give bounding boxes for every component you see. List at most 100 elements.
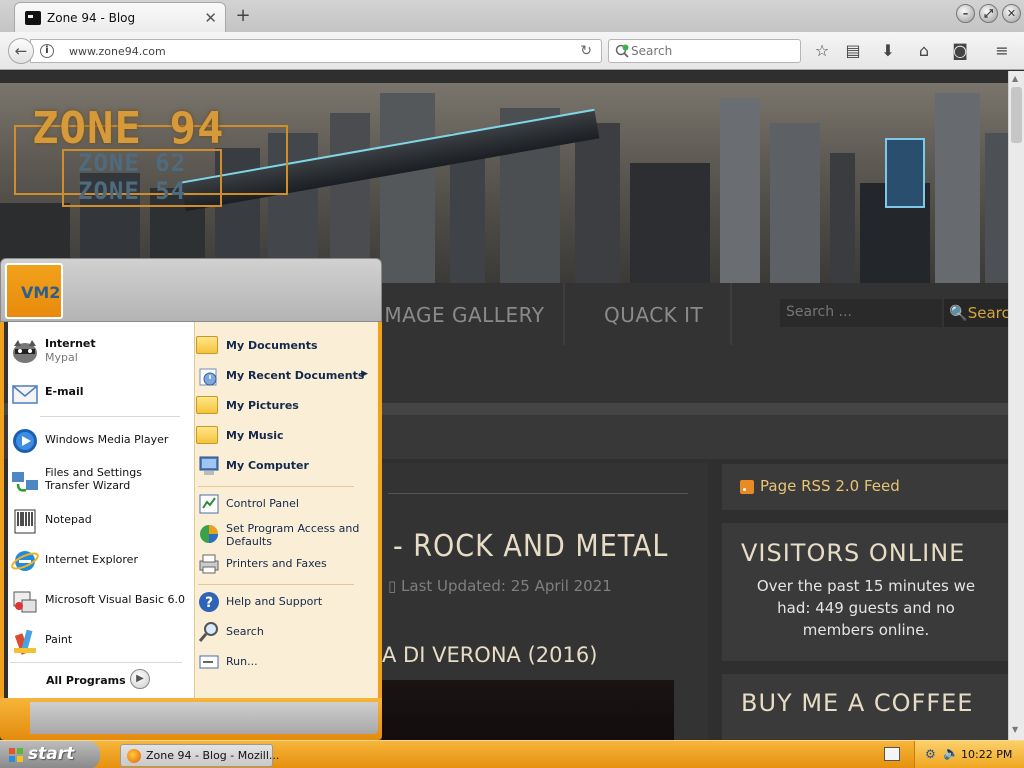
program-internet-explorer[interactable]: Internet Explorer bbox=[6, 542, 186, 578]
program-label: E-mail bbox=[45, 385, 84, 398]
nav-divider bbox=[563, 283, 565, 345]
place-my-documents[interactable]: My Documents bbox=[194, 332, 370, 360]
place-my-recent-documents[interactable]: My Recent Documents ▶ bbox=[194, 362, 370, 390]
place-run[interactable]: Run... bbox=[194, 648, 370, 676]
visitors-title: VISITORS ONLINE bbox=[741, 539, 966, 567]
program-media-player[interactable]: Windows Media Player bbox=[6, 422, 186, 458]
place-help-support[interactable]: ? Help and Support bbox=[194, 588, 370, 616]
site-info-icon[interactable]: i bbox=[40, 44, 54, 58]
article-title[interactable]: - ROCK AND METAL bbox=[393, 529, 668, 564]
place-control-panel[interactable]: Control Panel bbox=[194, 490, 370, 518]
site-favicon-icon bbox=[25, 11, 41, 25]
site-search-button[interactable]: 🔍Search bbox=[944, 299, 1008, 327]
site-logo-sub2: ZONE 54 bbox=[78, 177, 187, 205]
bookmark-star-icon[interactable]: ☆ bbox=[811, 40, 833, 62]
program-transfer-wizard[interactable]: Files and Settings Transfer Wizard bbox=[6, 462, 186, 498]
program-notepad[interactable]: Notepad bbox=[6, 502, 186, 538]
page-scrollbar[interactable]: ▲ ▼ bbox=[1008, 71, 1024, 740]
nav-divider bbox=[730, 283, 732, 345]
all-programs-arrow-icon[interactable]: ▶ bbox=[130, 669, 150, 689]
pocket-icon[interactable]: ◙ bbox=[949, 40, 971, 62]
close-window-icon[interactable]: ✕ bbox=[1002, 4, 1021, 23]
tab-zone94[interactable]: Zone 94 - Blog ✕ bbox=[14, 2, 226, 32]
nav-quack-it[interactable]: QUACK IT bbox=[604, 303, 703, 327]
site-logo-sub1: ZONE 62 bbox=[78, 149, 187, 177]
menu-divider bbox=[40, 416, 180, 417]
program-label: Paint bbox=[45, 633, 73, 646]
home-icon[interactable]: ⌂ bbox=[913, 40, 935, 62]
site-search-box[interactable] bbox=[780, 299, 942, 327]
program-paint[interactable]: Paint bbox=[6, 622, 186, 658]
url-bar[interactable]: i www.zone94.com ↻ bbox=[30, 39, 602, 63]
place-my-music[interactable]: My Music bbox=[194, 422, 370, 450]
search-engine-icon bbox=[615, 44, 629, 58]
transfer-wizard-icon bbox=[12, 472, 38, 492]
place-search[interactable]: Search bbox=[194, 618, 370, 646]
program-visual-basic[interactable]: Microsoft Visual Basic 6.0 bbox=[6, 582, 186, 618]
reload-icon[interactable]: ↻ bbox=[580, 43, 592, 59]
submenu-arrow-icon: ▶ bbox=[361, 369, 368, 379]
article-image[interactable] bbox=[382, 680, 674, 740]
tab-close-icon[interactable]: ✕ bbox=[204, 9, 217, 27]
nav-bar: ← i www.zone94.com ↻ ☆ ▤ ⬇ ⌂ ◙ ≡ bbox=[0, 32, 1024, 70]
site-search-input[interactable] bbox=[780, 299, 938, 325]
place-my-computer[interactable]: My Computer bbox=[194, 452, 370, 480]
back-icon[interactable]: ← bbox=[8, 38, 34, 64]
system-tray: ⚙ 🔈 10:22 PM bbox=[914, 741, 1024, 768]
browser-search-input[interactable] bbox=[631, 43, 791, 59]
site-banner: ZONE 94 ZONE 62 ZONE 54 bbox=[0, 83, 1008, 283]
start-menu-header: VM2 bbox=[0, 258, 382, 322]
program-access-icon bbox=[200, 525, 218, 543]
program-label: Files and Settings Transfer Wizard bbox=[45, 466, 142, 492]
url-text[interactable]: www.zone94.com bbox=[69, 45, 166, 58]
place-label: Printers and Faxes bbox=[226, 557, 327, 570]
scroll-down-icon[interactable]: ▼ bbox=[1012, 725, 1018, 734]
clock[interactable]: 10:22 PM bbox=[961, 748, 1012, 761]
place-printers[interactable]: Printers and Faxes bbox=[194, 550, 370, 578]
volume-icon[interactable]: 🔈 bbox=[943, 746, 959, 761]
rss-icon bbox=[740, 479, 754, 494]
browser-search-box[interactable] bbox=[608, 39, 801, 63]
site-logo-main[interactable]: ZONE 94 bbox=[32, 103, 224, 154]
scroll-up-icon[interactable]: ▲ bbox=[1012, 74, 1018, 83]
taskbar: start Zone 94 - Blog - Mozill... ⚙ 🔈 10:… bbox=[0, 740, 1024, 768]
start-menu-footer bbox=[0, 698, 382, 740]
place-label: Set Program Access and Defaults bbox=[226, 522, 360, 548]
all-programs-button[interactable]: All Programs bbox=[46, 674, 126, 687]
start-menu-footer-band bbox=[30, 702, 378, 734]
start-button[interactable]: start bbox=[0, 741, 100, 768]
internet-explorer-icon bbox=[11, 551, 39, 571]
search-icon bbox=[198, 622, 218, 642]
maximize-icon[interactable]: ⤢ bbox=[979, 4, 998, 23]
program-label: Internet bbox=[45, 337, 96, 350]
download-icon[interactable]: ⬇ bbox=[877, 40, 899, 62]
minimize-icon[interactable]: – bbox=[956, 4, 975, 23]
network-icon[interactable]: ⚙ bbox=[925, 747, 936, 761]
rss-label: Page RSS 2.0 Feed bbox=[760, 477, 900, 495]
site-search-button-label: Search bbox=[967, 304, 1008, 322]
visitors-text: Over the past 15 minutes we had: 449 gue… bbox=[756, 577, 976, 639]
media-player-icon bbox=[13, 429, 37, 453]
coffee-title: BUY ME A COFFEE bbox=[741, 689, 974, 717]
place-program-access[interactable]: Set Program Access and Defaults bbox=[194, 520, 370, 552]
program-internet[interactable]: Internet Mypal bbox=[6, 332, 186, 368]
calendar-icon: ▯ bbox=[388, 577, 397, 595]
program-sublabel: Mypal bbox=[45, 351, 78, 364]
program-label: Internet Explorer bbox=[45, 553, 138, 566]
article-subtitle[interactable]: A DI VERONA (2016) bbox=[382, 643, 597, 667]
menu-divider bbox=[198, 486, 354, 487]
scroll-thumb[interactable] bbox=[1011, 87, 1022, 143]
place-my-pictures[interactable]: My Pictures bbox=[194, 392, 370, 420]
reading-list-icon[interactable]: ▤ bbox=[842, 40, 864, 62]
program-email[interactable]: E-mail bbox=[6, 374, 186, 410]
rss-link[interactable]: Page RSS 2.0 Feed bbox=[740, 477, 900, 495]
svg-text:?: ? bbox=[205, 595, 213, 611]
menu-divider bbox=[198, 584, 354, 585]
new-tab-button[interactable]: + bbox=[232, 5, 254, 26]
taskbar-item-firefox[interactable]: Zone 94 - Blog - Mozill... bbox=[120, 744, 279, 767]
menu-icon[interactable]: ≡ bbox=[991, 40, 1013, 62]
nav-image-gallery[interactable]: IMAGE GALLERY bbox=[378, 303, 544, 327]
visual-basic-icon bbox=[13, 591, 37, 613]
tab-title: Zone 94 - Blog bbox=[47, 11, 136, 25]
keyboard-layout-icon[interactable] bbox=[884, 747, 900, 761]
